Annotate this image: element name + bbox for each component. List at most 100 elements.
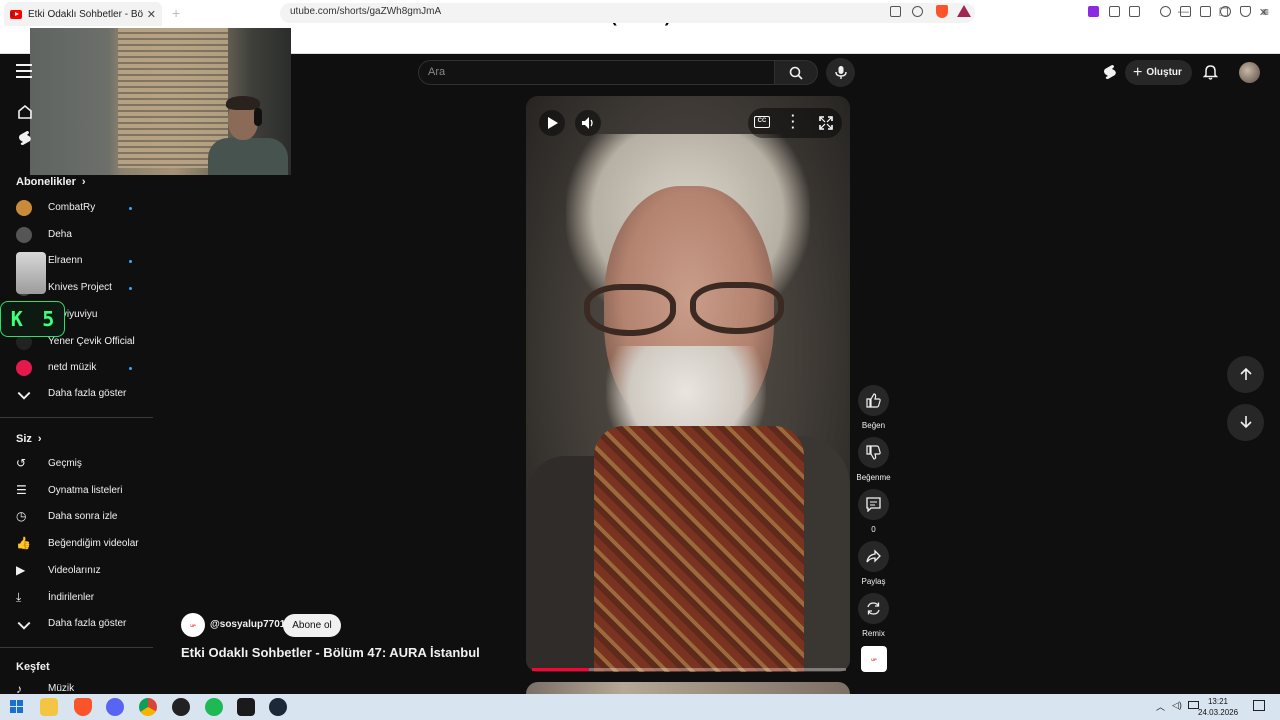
sidebar-item-history[interactable]: ↺ Geçmiş [0, 452, 150, 478]
brave-shield-icon[interactable] [936, 5, 948, 18]
video-glasses-right [690, 282, 784, 334]
sidebar-item-label: Elraenn [48, 255, 83, 267]
sidebar-toggle-icon[interactable] [1180, 6, 1191, 17]
discord-icon[interactable] [106, 698, 124, 716]
brave-rewards-icon[interactable] [957, 5, 971, 17]
search-input[interactable]: Ara [428, 66, 445, 78]
sidebar-item-label: Daha sonra izle [48, 511, 118, 523]
you-title: Siz [16, 433, 32, 445]
sidebar-item-playlists[interactable]: ☰ Oynatma listeleri [0, 479, 150, 505]
previous-short-button[interactable] [1227, 356, 1264, 393]
mic-icon [834, 66, 847, 79]
chrome-icon[interactable] [139, 698, 157, 716]
volume-icon [582, 117, 593, 129]
steam-icon[interactable] [269, 698, 287, 716]
back-arrow-icon[interactable]: ‹ [10, 5, 15, 21]
search-box[interactable] [418, 60, 775, 85]
subscriptions-header[interactable]: Abonelikler › [16, 176, 86, 188]
create-button[interactable]: + Oluştur [1125, 60, 1192, 85]
sidebar-item-label: CombatRy [48, 202, 96, 213]
new-content-dot [129, 367, 132, 371]
file-explorer-icon[interactable] [40, 698, 58, 716]
guide-menu-icon[interactable] [16, 64, 32, 80]
create-label: Oluştur [1146, 67, 1182, 78]
url-text[interactable]: utube.com/shorts/gaZWh8gmJmA [290, 6, 441, 17]
wallet-icon[interactable] [1200, 6, 1211, 17]
channel-logo-thumbnail[interactable]: UP [861, 646, 887, 672]
next-short-button[interactable] [1227, 404, 1264, 441]
sidebar-item-label: Geçmiş [48, 458, 82, 469]
streamer-body [208, 138, 288, 175]
subscriptions-title: Abonelikler [16, 176, 76, 188]
notification-center-icon[interactable] [1253, 700, 1265, 711]
subscribe-button[interactable]: Abone ol [283, 614, 341, 637]
arrow-up-icon [1239, 367, 1252, 380]
obs-icon[interactable] [172, 698, 190, 716]
search-button[interactable] [774, 60, 818, 85]
leo-ai-icon[interactable] [1220, 6, 1231, 17]
playlists-icon: ☰ [16, 482, 27, 497]
you-header[interactable]: Siz › [16, 433, 42, 445]
windows-start-icon[interactable] [10, 700, 23, 713]
sidebar-divider [0, 417, 153, 418]
epic-games-icon[interactable] [237, 698, 255, 716]
share-page-icon[interactable] [912, 6, 923, 17]
volume-button[interactable] [575, 110, 601, 136]
sidebar-item-watch-later[interactable]: ◷ Daha sonra izle [0, 505, 150, 531]
spotify-icon[interactable] [205, 698, 223, 716]
channel-handle[interactable]: @sosyalup7701 [210, 619, 285, 630]
short-title[interactable]: Etki Odaklı Sohbetler - Bölüm 47: AURA İ… [181, 645, 480, 660]
extensions-puzzle-icon[interactable] [1109, 6, 1120, 17]
sidebar-item-label: Yener Çevik Official [48, 335, 135, 347]
share-button[interactable] [858, 541, 889, 572]
history-icon: ↺ [16, 456, 27, 470]
shorts-icon[interactable] [17, 130, 33, 146]
sidebar-item-downloads[interactable]: ⤓ İndirilenler [0, 586, 150, 612]
browser-menu-icon[interactable]: ≡ [1262, 5, 1269, 19]
voice-search-button[interactable] [826, 58, 855, 87]
play-button[interactable] [539, 110, 565, 136]
plus-icon: + [1133, 63, 1143, 81]
sidebar-item-your-videos[interactable]: ▶ Videolarınız [0, 559, 150, 585]
sidebar-item-liked[interactable]: 👍 Beğendiğim videolar [0, 532, 150, 558]
system-clock[interactable]: 13:21 24.03.2026 [1198, 696, 1238, 718]
screenshot-icon[interactable] [1129, 6, 1140, 17]
like-button[interactable] [858, 385, 889, 416]
share-arrow-icon [866, 549, 881, 563]
remix-button[interactable] [858, 593, 889, 624]
comments-button[interactable] [858, 489, 889, 520]
sidebar-item-subscription[interactable]: Deha [0, 223, 150, 249]
home-icon[interactable] [17, 104, 33, 120]
more-options-icon[interactable]: · · · [791, 109, 795, 134]
cast-icon[interactable] [890, 6, 901, 17]
video-scarf [594, 426, 804, 672]
tray-chevron-icon[interactable]: ︿ [1156, 700, 1165, 713]
tab-close-button[interactable]: ✕ [147, 8, 156, 21]
music-note-icon[interactable] [1160, 6, 1171, 17]
sidebar-item-subscription[interactable]: CombatRy [0, 196, 150, 222]
shorts-video-player[interactable]: CC · · · [526, 96, 850, 672]
shorts-remix-icon[interactable] [1102, 64, 1118, 80]
brave-browser-icon[interactable] [74, 698, 92, 716]
channel-avatar[interactable]: UP [181, 613, 205, 637]
chevron-down-icon [17, 391, 31, 400]
fullscreen-icon[interactable] [819, 116, 833, 130]
browser-tab[interactable]: Etki Odaklı Sohbetler - Bölüm 47 ✕ [4, 2, 162, 26]
remix-icon [867, 602, 880, 615]
chevron-down-icon [17, 621, 31, 630]
downloads-icon: ⤓ [16, 589, 22, 604]
explore-title: Keşfet [16, 661, 50, 673]
chevron-right-icon: › [81, 176, 86, 188]
dislike-button[interactable] [858, 437, 889, 468]
vpn-shield-icon[interactable] [1240, 6, 1251, 17]
new-tab-button[interactable]: + [172, 5, 180, 21]
notifications-bell-icon[interactable] [1203, 64, 1218, 80]
speaker-icon[interactable]: ◁) [1172, 700, 1182, 711]
you-show-more[interactable]: Daha fazla göster [0, 612, 150, 638]
account-avatar[interactable] [1239, 62, 1260, 83]
extension-purple-icon[interactable] [1088, 6, 1099, 17]
captions-icon[interactable]: CC [754, 116, 770, 128]
channel-avatar [16, 226, 32, 243]
subs-show-more[interactable]: Daha fazla göster [0, 382, 150, 408]
sidebar-item-subscription[interactable]: netd müzik [0, 356, 150, 382]
